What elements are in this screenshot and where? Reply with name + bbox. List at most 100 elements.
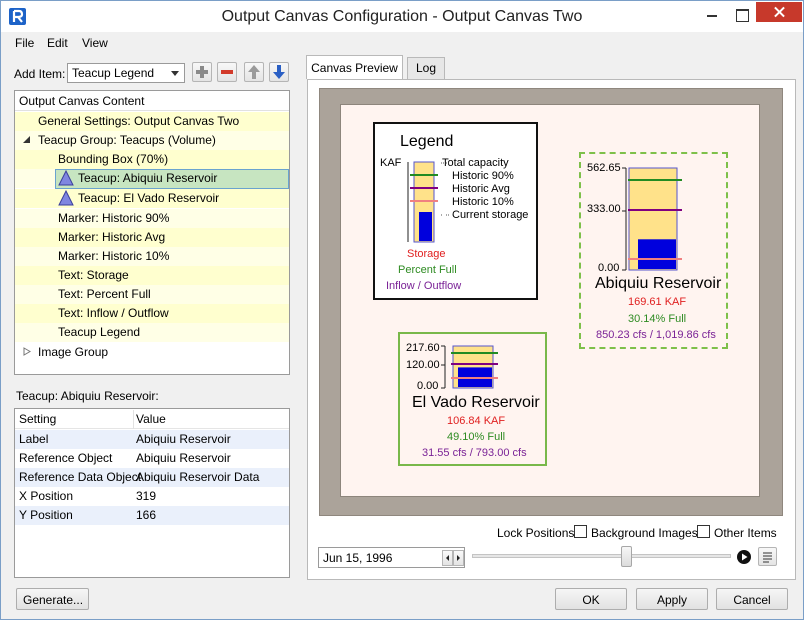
legend-unit: KAF bbox=[380, 157, 402, 169]
tree-item-bounding-box[interactable]: Bounding Box (70%) bbox=[15, 150, 289, 169]
tree-item-label: Marker: Historic 90% bbox=[58, 211, 170, 225]
value-cell[interactable]: 166 bbox=[136, 506, 156, 525]
column-header-setting: Setting bbox=[19, 412, 57, 426]
cancel-button[interactable]: Cancel bbox=[716, 588, 788, 610]
table-row[interactable]: Label Abiquiu Reservoir bbox=[15, 430, 289, 449]
tree-item-marker-avg[interactable]: Marker: Historic Avg bbox=[15, 228, 289, 247]
tree-item-teacup-group[interactable]: Teacup Group: Teacups (Volume) bbox=[15, 131, 289, 150]
date-next-button[interactable] bbox=[453, 550, 464, 566]
tick-label: 120.00 bbox=[406, 359, 440, 371]
tree-item-teacup-elvado[interactable]: Teacup: El Vado Reservoir bbox=[15, 189, 289, 208]
column-header-value: Value bbox=[136, 412, 166, 426]
legend-title: Legend bbox=[400, 133, 454, 150]
tree-item-label: Marker: Historic Avg bbox=[58, 230, 166, 244]
list-lines-icon bbox=[763, 552, 772, 563]
other-items-label[interactable]: Other Items bbox=[714, 526, 777, 540]
maximize-icon[interactable] bbox=[728, 5, 756, 25]
tree-item-teacup-legend[interactable]: Teacup Legend bbox=[15, 323, 289, 342]
setting-cell: Reference Data Object bbox=[19, 470, 142, 484]
tree-item-text-percent[interactable]: Text: Percent Full bbox=[15, 285, 289, 304]
tick-label: 333.00 bbox=[587, 203, 621, 215]
plus-icon bbox=[196, 66, 208, 78]
add-item-label: Add Item: bbox=[14, 67, 66, 81]
tick-label: 562.65 bbox=[587, 162, 621, 174]
timeline-slider-track[interactable] bbox=[472, 554, 731, 558]
table-row[interactable]: Y Position 166 bbox=[15, 506, 289, 525]
options-button[interactable] bbox=[758, 547, 777, 566]
value-cell[interactable]: 319 bbox=[136, 487, 156, 506]
elvado-name: El Vado Reservoir bbox=[412, 394, 540, 411]
move-down-button[interactable] bbox=[269, 62, 289, 82]
menu-edit[interactable]: Edit bbox=[47, 36, 68, 50]
tree-header: Output Canvas Content bbox=[15, 91, 289, 111]
timeline-slider-thumb[interactable] bbox=[621, 546, 632, 567]
tab-log[interactable]: Log bbox=[407, 57, 445, 79]
value-cell[interactable]: Abiquiu Reservoir bbox=[136, 430, 231, 449]
menu-bar: File Edit View bbox=[1, 33, 803, 53]
table-row[interactable]: Reference Object Abiquiu Reservoir bbox=[15, 449, 289, 468]
tree-item-general-settings[interactable]: General Settings: Output Canvas Two bbox=[15, 112, 289, 131]
menu-view[interactable]: View bbox=[82, 36, 108, 50]
tree-item-marker-10[interactable]: Marker: Historic 10% bbox=[15, 247, 289, 266]
legend-entry-current: Current storage bbox=[452, 209, 529, 221]
arrow-up-icon bbox=[248, 65, 260, 79]
chevron-down-icon bbox=[171, 71, 179, 76]
add-item-select[interactable]: Teacup Legend bbox=[67, 63, 185, 83]
tree-item-label: Teacup: Abiquiu Reservoir bbox=[78, 171, 218, 185]
properties-title: Teacup: Abiquiu Reservoir: bbox=[16, 389, 159, 403]
other-items-checkbox[interactable] bbox=[697, 525, 710, 538]
elvado-storage: 106.84 KAF bbox=[447, 415, 506, 427]
date-field[interactable]: Jun 15, 1996 bbox=[318, 547, 465, 568]
table-row[interactable]: Reference Data Object Abiquiu Reservoir … bbox=[15, 468, 289, 487]
legend-flow: Inflow / Outflow bbox=[386, 280, 462, 292]
value-cell[interactable]: Abiquiu Reservoir Data bbox=[136, 468, 259, 487]
play-icon[interactable] bbox=[736, 549, 752, 565]
legend-leader-lines bbox=[441, 162, 449, 216]
add-item-selected: Teacup Legend bbox=[72, 66, 155, 80]
arrow-down-icon bbox=[273, 65, 285, 79]
teacup-abiquiu[interactable]: 562.65 333.00 0.00 Abiquiu Reservoir 169… bbox=[579, 152, 728, 349]
background-images-label[interactable]: Background Images bbox=[591, 526, 698, 540]
tree-item-image-group[interactable]: Image Group bbox=[15, 343, 289, 362]
tree-item-teacup-abiquiu[interactable]: Teacup: Abiquiu Reservoir bbox=[15, 169, 289, 189]
ok-button[interactable]: OK bbox=[555, 588, 627, 610]
generate-button[interactable]: Generate... bbox=[16, 588, 89, 610]
collapsed-triangle-icon[interactable] bbox=[23, 347, 31, 356]
legend-entry-avg: Historic Avg bbox=[452, 183, 510, 195]
chevron-left-icon bbox=[446, 555, 449, 561]
background-images-checkbox[interactable] bbox=[574, 525, 587, 538]
date-prev-button[interactable] bbox=[442, 550, 453, 566]
setting-cell: Reference Object bbox=[19, 451, 113, 465]
table-row[interactable]: X Position 319 bbox=[15, 487, 289, 506]
column-divider bbox=[133, 410, 134, 429]
content-tree: Output Canvas Content General Settings: … bbox=[14, 90, 290, 375]
legend-entry-10: Historic 10% bbox=[452, 196, 514, 208]
tab-canvas-preview[interactable]: Canvas Preview bbox=[306, 55, 403, 79]
elvado-flow: 31.55 cfs / 793.00 cfs bbox=[422, 447, 527, 459]
apply-button[interactable]: Apply bbox=[636, 588, 708, 610]
tree-item-label: Teacup Group: Teacups (Volume) bbox=[38, 133, 216, 147]
teacup-elvado[interactable]: 217.60 120.00 0.00 El Vado Reservoir 106… bbox=[398, 332, 547, 466]
minimize-icon[interactable] bbox=[698, 5, 726, 25]
menu-file[interactable]: File bbox=[15, 36, 34, 50]
tree-item-label: Teacup: El Vado Reservoir bbox=[78, 191, 220, 205]
remove-button[interactable] bbox=[217, 62, 237, 82]
setting-cell: Label bbox=[19, 432, 49, 446]
add-button[interactable] bbox=[192, 62, 212, 82]
expanded-triangle-icon[interactable] bbox=[22, 135, 31, 144]
close-icon[interactable] bbox=[756, 2, 802, 22]
tree-item-text-flow[interactable]: Text: Inflow / Outflow bbox=[15, 304, 289, 323]
legend-entry-90: Historic 90% bbox=[452, 170, 514, 182]
teacup-triangle-icon bbox=[58, 170, 74, 186]
teacup-legend[interactable]: Legend KAF Total capacity Historic 90% H… bbox=[373, 122, 538, 300]
properties-table: Setting Value Label Abiquiu Reservoir Re… bbox=[14, 408, 290, 578]
tree-item-label: Bounding Box (70%) bbox=[58, 152, 169, 166]
move-up-button[interactable] bbox=[244, 62, 264, 82]
tree-item-text-storage[interactable]: Text: Storage bbox=[15, 266, 289, 285]
tree-item-label: Teacup Legend bbox=[58, 325, 141, 339]
teacup-triangle-icon bbox=[58, 190, 74, 206]
value-cell[interactable]: Abiquiu Reservoir bbox=[136, 449, 231, 468]
table-header: Setting Value bbox=[15, 410, 289, 429]
date-value: Jun 15, 1996 bbox=[323, 551, 393, 565]
tree-item-marker-90[interactable]: Marker: Historic 90% bbox=[15, 209, 289, 228]
